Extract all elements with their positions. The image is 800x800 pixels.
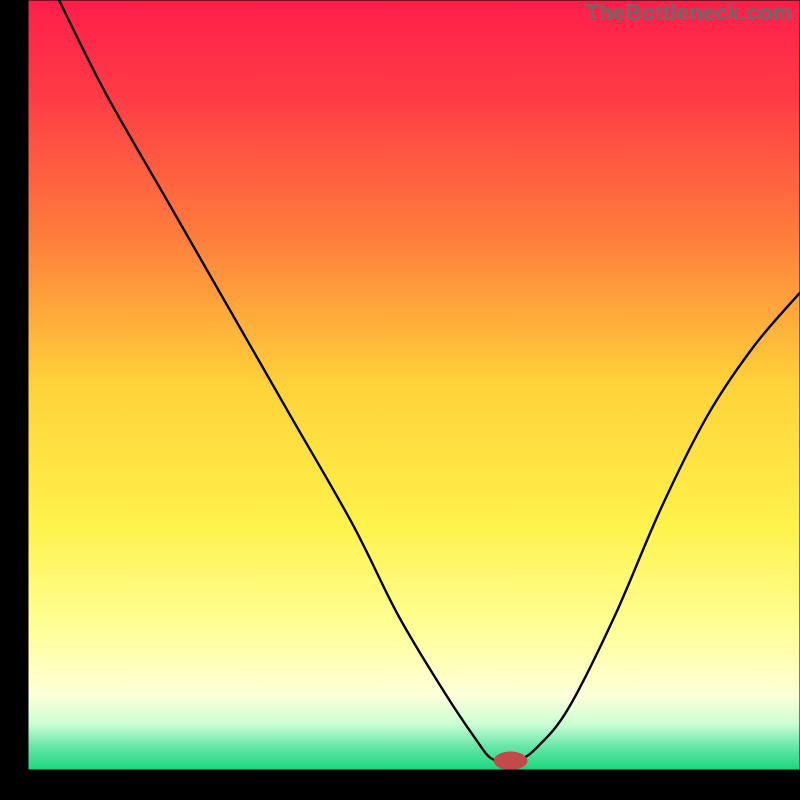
plot-svg (0, 0, 800, 800)
bottleneck-minimum-marker (494, 752, 528, 770)
watermark-text: TheBottleneck.com (586, 0, 792, 26)
bottleneck-chart: TheBottleneck.com (0, 0, 800, 800)
gradient-background (28, 0, 800, 770)
